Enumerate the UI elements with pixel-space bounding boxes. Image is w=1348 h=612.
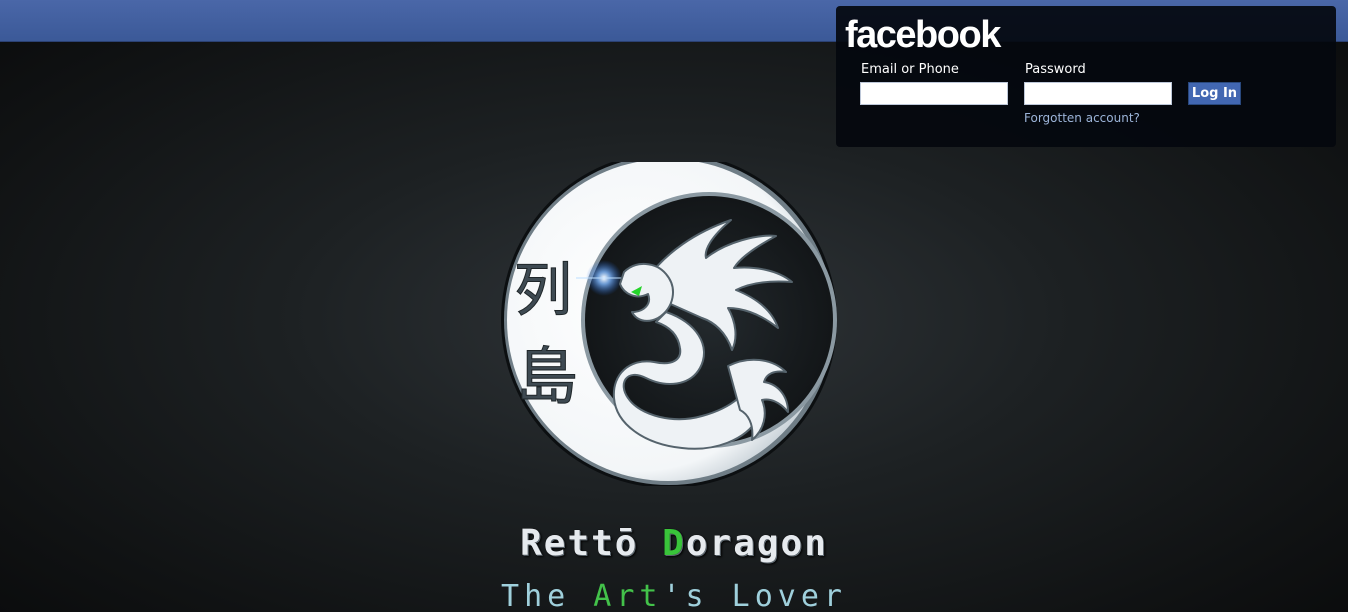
email-label: Email or Phone (861, 62, 959, 77)
password-field[interactable] (1024, 82, 1172, 105)
tagline-part3: 's Lover (662, 579, 847, 612)
tagline-accent: Art (593, 579, 663, 612)
tagline-part1: The (501, 579, 594, 612)
email-field[interactable] (860, 82, 1008, 105)
facebook-logo[interactable]: facebook (845, 16, 1001, 54)
password-label: Password (1025, 62, 1086, 77)
login-panel: facebook Email or Phone Password Log In … (836, 6, 1336, 147)
brand-name-part1: Rettō (520, 523, 663, 564)
kanji-bottom: 島 (516, 340, 578, 413)
forgotten-account-link[interactable]: Forgotten account? (1024, 111, 1140, 125)
brand-name-accent: D (662, 523, 686, 564)
brand-name-part3: oragon (685, 523, 828, 564)
tagline: The Art's Lover (0, 582, 1348, 612)
kanji-top: 列 (514, 256, 572, 324)
brand-name: Rettō Doragon (0, 526, 1348, 562)
login-button[interactable]: Log In (1188, 82, 1241, 105)
emblem-logo: 列 島 (501, 162, 837, 486)
